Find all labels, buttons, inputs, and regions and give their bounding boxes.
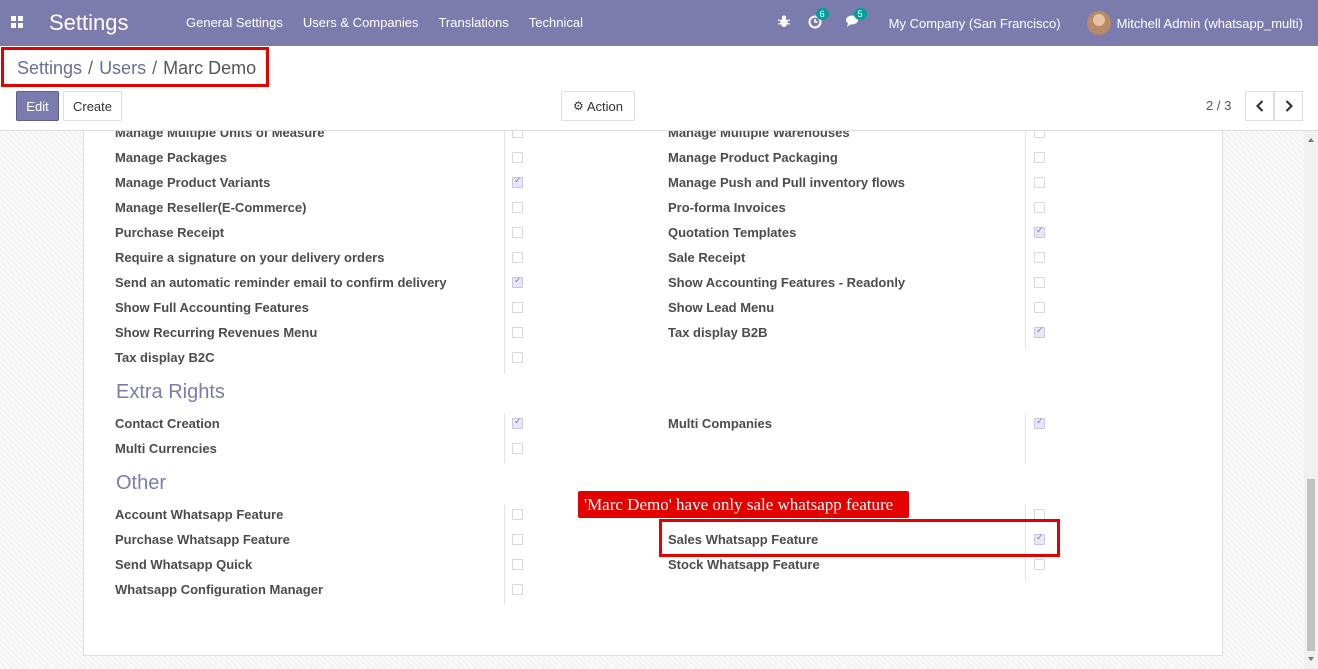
right-label: Manage Multiple Warehouses bbox=[668, 131, 850, 140]
right-label: Tax display B2C bbox=[115, 350, 215, 365]
right-checkbox[interactable] bbox=[512, 584, 523, 595]
right-label: Manage Push and Pull inventory flows bbox=[668, 175, 905, 190]
right-checkbox[interactable] bbox=[512, 175, 523, 188]
right-label: Contact Creation bbox=[115, 416, 220, 431]
right-checkbox[interactable] bbox=[512, 227, 523, 238]
systray: 6 5 My Company (San Francisco) Mitchell … bbox=[760, 0, 1318, 46]
right-label: Multi Companies bbox=[668, 416, 773, 431]
annotation-callout: 'Marc Demo' have only sale whatsapp feat… bbox=[578, 491, 910, 518]
bug-icon[interactable] bbox=[777, 15, 790, 31]
right-checkbox[interactable] bbox=[512, 275, 523, 288]
scroll-down-icon[interactable] bbox=[1308, 657, 1314, 661]
apps-grid-icon[interactable] bbox=[11, 16, 23, 28]
right-label: Manage Product Packaging bbox=[668, 150, 838, 165]
right-label: Manage Reseller(E-Commerce) bbox=[115, 200, 307, 215]
right-label: Require a signature on your delivery ord… bbox=[115, 250, 385, 265]
right-label: Whatsapp Configuration Manager bbox=[115, 582, 323, 597]
right-label: Show Lead Menu bbox=[668, 300, 775, 315]
breadcrumb-current: Marc Demo bbox=[163, 58, 257, 78]
section-title-other: Other bbox=[116, 472, 167, 494]
breadcrumb-separator: / bbox=[152, 58, 158, 78]
right-checkbox[interactable] bbox=[512, 559, 523, 570]
breadcrumb: Settings / Users / Marc Demo bbox=[17, 58, 256, 79]
right-checkbox[interactable] bbox=[1034, 177, 1045, 188]
right-checkbox[interactable] bbox=[1034, 202, 1045, 213]
app-title: Settings bbox=[49, 10, 129, 35]
chat-icon[interactable]: 5 bbox=[845, 8, 867, 31]
right-label: Purchase Whatsapp Feature bbox=[115, 532, 290, 547]
right-checkbox[interactable] bbox=[512, 152, 523, 163]
right-label: Manage Product Variants bbox=[115, 175, 271, 190]
breadcrumb-users[interactable]: Users bbox=[99, 58, 146, 78]
right-checkbox[interactable] bbox=[512, 534, 523, 545]
right-checkbox[interactable] bbox=[512, 443, 523, 454]
right-checkbox[interactable] bbox=[1034, 252, 1045, 263]
right-checkbox[interactable] bbox=[512, 327, 523, 338]
main-menu: General Settings Users & Companies Trans… bbox=[176, 15, 593, 30]
menu-technical[interactable]: Technical bbox=[519, 15, 593, 30]
breadcrumb-settings[interactable]: Settings bbox=[17, 58, 82, 78]
right-label: Send Whatsapp Quick bbox=[115, 557, 253, 572]
chevron-right-icon[interactable] bbox=[1274, 91, 1303, 121]
breadcrumb-separator: / bbox=[88, 58, 94, 78]
right-checkbox[interactable] bbox=[512, 131, 523, 138]
scrollbar-thumb[interactable] bbox=[1307, 479, 1315, 651]
vertical-scrollbar[interactable] bbox=[1304, 131, 1318, 669]
action-button[interactable]: ⚙ Action bbox=[561, 91, 635, 121]
right-checkbox[interactable] bbox=[1034, 277, 1045, 288]
right-label: Purchase Receipt bbox=[115, 225, 225, 240]
top-navbar: Settings General Settings Users & Compan… bbox=[0, 0, 1318, 46]
avatar[interactable] bbox=[1086, 11, 1111, 35]
section-title-extra-rights: Extra Rights bbox=[116, 381, 225, 403]
right-checkbox[interactable] bbox=[1034, 559, 1045, 570]
right-label: Manage Packages bbox=[115, 150, 228, 165]
right-checkbox[interactable] bbox=[1034, 152, 1045, 163]
right-label: Stock Whatsapp Feature bbox=[668, 557, 820, 572]
pager-value[interactable]: 2 / 3 bbox=[1206, 98, 1231, 113]
user-menu[interactable]: Mitchell Admin (whatsapp_multi) bbox=[1117, 16, 1303, 31]
right-label: Sale Receipt bbox=[668, 250, 746, 265]
chevron-left-icon[interactable] bbox=[1245, 91, 1274, 121]
right-checkbox[interactable] bbox=[512, 352, 523, 363]
activity-count-badge: 6 bbox=[815, 7, 829, 20]
right-label: Show Full Accounting Features bbox=[115, 300, 309, 315]
gear-icon: ⚙ bbox=[573, 99, 584, 113]
sales-whatsapp-highlight-box bbox=[659, 519, 1060, 557]
right-label: Show Recurring Revenues Menu bbox=[115, 325, 318, 340]
company-switcher[interactable]: My Company (San Francisco) bbox=[889, 16, 1061, 31]
right-checkbox[interactable] bbox=[512, 509, 523, 520]
right-checkbox[interactable] bbox=[1034, 225, 1045, 238]
right-label: Show Accounting Features - Readonly bbox=[668, 275, 906, 290]
action-label: Action bbox=[586, 98, 623, 114]
create-button[interactable]: Create bbox=[63, 91, 122, 121]
right-label: Account Whatsapp Feature bbox=[115, 507, 284, 522]
right-checkbox[interactable] bbox=[1034, 325, 1045, 338]
right-checkbox[interactable] bbox=[1034, 416, 1045, 429]
right-label: Tax display B2B bbox=[668, 325, 768, 340]
scroll-up-icon[interactable] bbox=[1308, 138, 1314, 142]
right-checkbox[interactable] bbox=[1034, 131, 1045, 138]
right-label: Multi Currencies bbox=[115, 441, 217, 456]
right-checkbox[interactable] bbox=[512, 416, 523, 429]
right-checkbox[interactable] bbox=[1034, 302, 1045, 313]
right-label: Send an automatic reminder email to conf… bbox=[115, 275, 447, 290]
right-label: Pro-forma Invoices bbox=[668, 200, 786, 215]
menu-general-settings[interactable]: General Settings bbox=[176, 15, 293, 30]
clock-icon[interactable]: 6 bbox=[808, 7, 829, 32]
right-label: Quotation Templates bbox=[668, 225, 797, 240]
menu-users-companies[interactable]: Users & Companies bbox=[293, 15, 429, 30]
right-checkbox[interactable] bbox=[512, 302, 523, 313]
right-label: Manage Multiple Units of Measure bbox=[115, 131, 325, 140]
right-checkbox[interactable] bbox=[512, 202, 523, 213]
message-count-badge: 5 bbox=[853, 8, 867, 20]
right-checkbox[interactable] bbox=[512, 252, 523, 263]
menu-translations[interactable]: Translations bbox=[428, 15, 518, 30]
edit-button[interactable]: Edit bbox=[16, 91, 59, 121]
